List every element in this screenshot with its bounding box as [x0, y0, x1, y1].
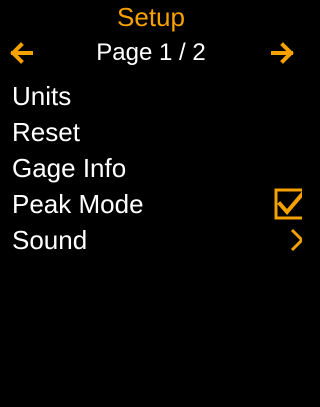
checkbox-checked-icon [274, 188, 302, 220]
setup-menu: Units Reset Gage Info Peak Mode Sound [0, 78, 302, 258]
menu-item-gage-info[interactable]: Gage Info [0, 150, 302, 186]
next-page-button[interactable] [270, 41, 294, 65]
menu-item-label: Gage Info [12, 153, 127, 183]
page-title: Setup [117, 2, 185, 32]
menu-item-label: Units [12, 81, 72, 111]
menu-item-peak-mode[interactable]: Peak Mode [0, 186, 302, 222]
menu-item-label: Reset [12, 117, 80, 147]
menu-item-label: Sound [12, 225, 88, 255]
menu-item-label: Peak Mode [12, 189, 144, 219]
setup-screen: Setup Page 1 / 2 Units Reset Gage Info P… [0, 0, 302, 407]
menu-item-reset[interactable]: Reset [0, 114, 302, 150]
peak-mode-checkbox[interactable] [274, 188, 302, 220]
chevron-right-icon [274, 224, 302, 256]
menu-item-units[interactable]: Units [0, 78, 302, 114]
pager: Page 1 / 2 [0, 38, 302, 68]
page-indicator: Page 1 / 2 [96, 39, 206, 66]
arrow-right-icon [270, 41, 294, 65]
menu-item-sound[interactable]: Sound [0, 222, 302, 258]
